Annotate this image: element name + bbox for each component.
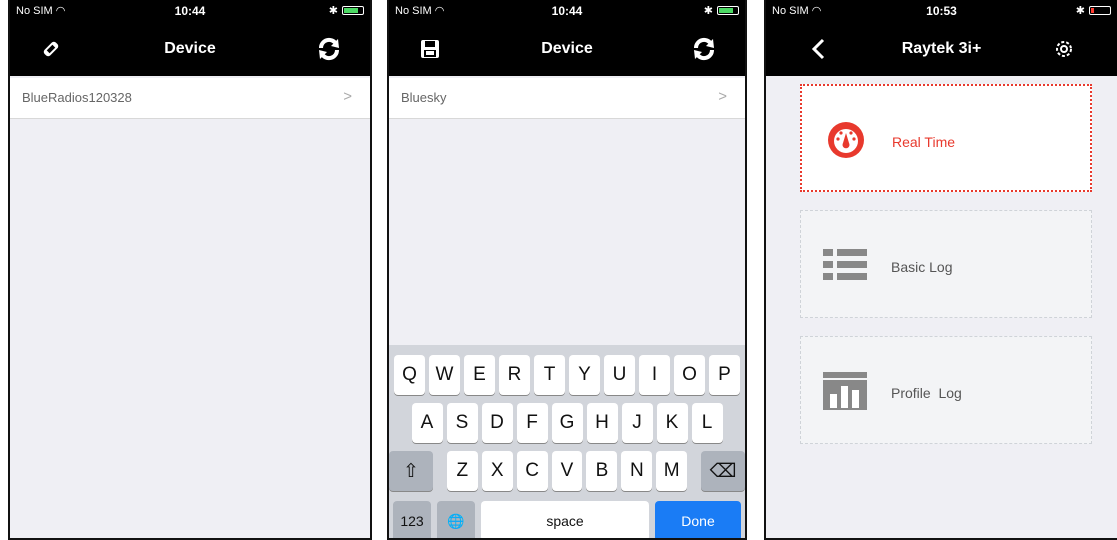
key-j[interactable]: J	[621, 403, 653, 443]
bluetooth-icon: ✱	[328, 5, 338, 17]
bluetooth-icon: ✱	[1075, 5, 1085, 17]
keyboard-row-2: A S D F G H J K L	[389, 403, 745, 443]
refresh-icon[interactable]	[314, 34, 344, 64]
space-key[interactable]: space	[481, 501, 649, 538]
key-b[interactable]: B	[586, 451, 618, 491]
key-i[interactable]: I	[639, 355, 670, 395]
key-a[interactable]: A	[411, 403, 443, 443]
device-list-item[interactable]: Bluesky >	[389, 78, 745, 119]
done-key[interactable]: Done	[655, 501, 741, 538]
refresh-icon[interactable]	[689, 34, 719, 64]
top-bar: No SIM ◠ 10:44 ✱ Device	[389, 0, 745, 76]
real-time-card[interactable]: Real Time	[800, 84, 1092, 192]
raytek-screen: No SIM ◠ 10:53 ✱ Raytek 3i+ Real Time Ba…	[764, 0, 1117, 540]
key-q[interactable]: Q	[394, 355, 425, 395]
bluetooth-icon: ✱	[703, 5, 713, 17]
chevron-right-icon: >	[343, 88, 352, 105]
numbers-key[interactable]: 123	[393, 501, 431, 538]
device-list-item[interactable]: BlueRadios120328 >	[10, 78, 370, 119]
backspace-key[interactable]: ⌫	[701, 451, 745, 491]
shift-key[interactable]: ⇧	[389, 451, 433, 491]
status-bar: No SIM ◠ 10:44 ✱	[389, 0, 745, 20]
key-f[interactable]: F	[516, 403, 548, 443]
battery-icon	[342, 6, 364, 15]
profile-log-card[interactable]: Profile Log	[800, 336, 1092, 444]
gear-icon[interactable]	[1049, 34, 1079, 64]
card-label: Real Time	[892, 134, 956, 150]
key-u[interactable]: U	[604, 355, 635, 395]
battery-icon	[1089, 6, 1111, 15]
globe-icon: 🌐	[447, 512, 465, 529]
key-e[interactable]: E	[464, 355, 495, 395]
key-m[interactable]: M	[656, 451, 688, 491]
card-label: Basic Log	[891, 259, 953, 275]
status-bar: No SIM ◠ 10:44 ✱	[10, 0, 370, 20]
bar-chart-icon	[823, 371, 867, 411]
shift-icon: ⇧	[402, 460, 419, 482]
nav-bar: Device	[389, 26, 745, 72]
device-name: Bluesky	[401, 90, 447, 105]
device-name: BlueRadios120328	[22, 90, 132, 105]
nav-bar: Device	[10, 26, 370, 72]
basic-log-card[interactable]: Basic Log	[800, 210, 1092, 318]
globe-key[interactable]: 🌐	[437, 501, 475, 538]
key-y[interactable]: Y	[569, 355, 600, 395]
clock-label: 10:44	[551, 4, 583, 18]
key-p[interactable]: P	[709, 355, 740, 395]
key-t[interactable]: T	[534, 355, 565, 395]
card-label: Profile Log	[891, 385, 962, 401]
clock-label: 10:44	[174, 4, 206, 18]
backspace-icon: ⌫	[709, 460, 737, 482]
keyboard-row-3: ⇧ Z X C V B N M ⌫	[389, 451, 745, 491]
clock-label: 10:53	[926, 4, 957, 18]
gauge-icon	[824, 120, 868, 160]
nav-bar: Raytek 3i+	[766, 26, 1117, 72]
keyboard-row-4: 123 🌐 space Done	[389, 501, 745, 538]
key-n[interactable]: N	[621, 451, 653, 491]
key-v[interactable]: V	[551, 451, 583, 491]
key-g[interactable]: G	[551, 403, 583, 443]
key-x[interactable]: X	[481, 451, 513, 491]
device-screen-1: No SIM ◠ 10:44 ✱ Device BlueRadios120328…	[8, 0, 372, 540]
device-screen-2: No SIM ◠ 10:44 ✱ Device Bluesky > Q W E …	[387, 0, 747, 540]
key-w[interactable]: W	[429, 355, 460, 395]
key-k[interactable]: K	[656, 403, 688, 443]
chevron-right-icon: >	[718, 88, 727, 105]
key-s[interactable]: S	[446, 403, 478, 443]
key-c[interactable]: C	[516, 451, 548, 491]
status-bar: No SIM ◠ 10:53 ✱	[766, 0, 1117, 20]
keyboard: Q W E R T Y U I O P A S D F G H J K L ⇧ …	[389, 345, 745, 538]
key-z[interactable]: Z	[446, 451, 478, 491]
key-d[interactable]: D	[481, 403, 513, 443]
key-h[interactable]: H	[586, 403, 618, 443]
battery-icon	[717, 6, 739, 15]
keyboard-row-1: Q W E R T Y U I O P	[389, 355, 745, 395]
top-bar: No SIM ◠ 10:53 ✱ Raytek 3i+	[766, 0, 1117, 76]
key-l[interactable]: L	[691, 403, 723, 443]
list-icon	[823, 245, 867, 285]
top-bar: No SIM ◠ 10:44 ✱ Device	[10, 0, 370, 76]
key-o[interactable]: O	[674, 355, 705, 395]
key-r[interactable]: R	[499, 355, 530, 395]
